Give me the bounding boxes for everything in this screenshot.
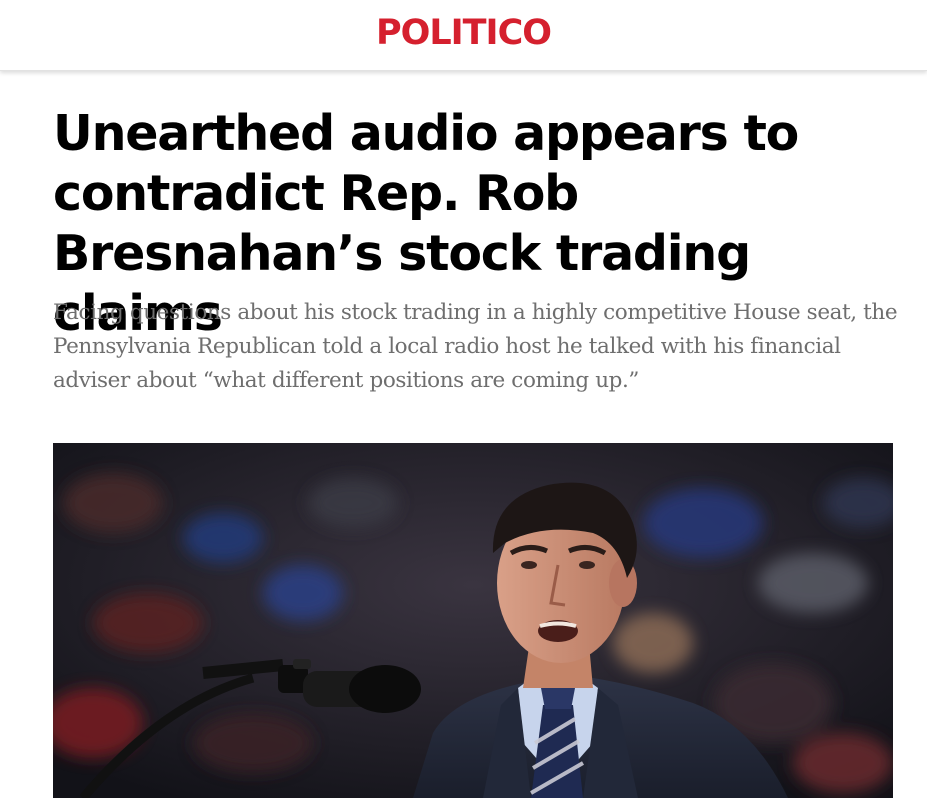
politico-logo[interactable]: POLITICO — [0, 11, 927, 55]
article-dek: Facing questions about his stock trading… — [53, 300, 898, 393]
site-header: POLITICO — [0, 0, 927, 71]
lead-image — [53, 443, 893, 798]
